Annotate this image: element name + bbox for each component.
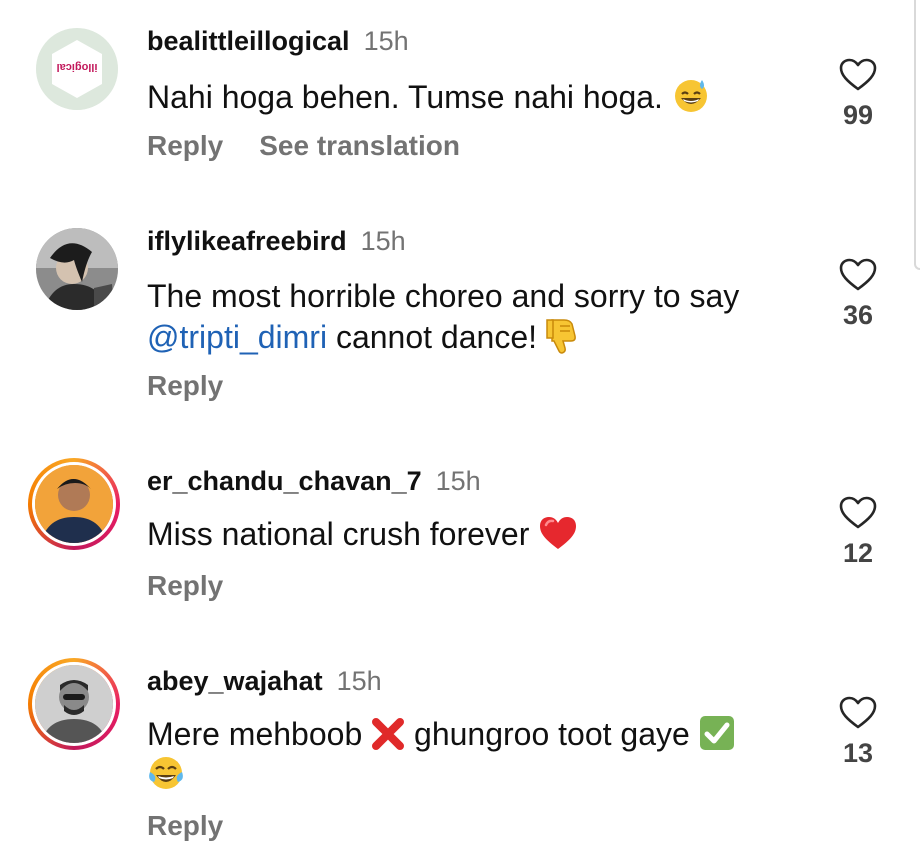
username[interactable]: abey_wajahat bbox=[147, 666, 323, 696]
profile-photo-icon bbox=[35, 665, 113, 743]
check-mark-button-emoji-icon bbox=[699, 716, 734, 750]
avatar[interactable] bbox=[28, 658, 120, 750]
tears-of-joy-emoji-icon bbox=[149, 757, 183, 789]
like-control: 13 bbox=[830, 696, 886, 769]
comment-item: abey_wajahat 15h Mere mehboob ghungroo to… bbox=[0, 0, 920, 854]
avatar-image bbox=[32, 662, 116, 746]
comment-meta: abey_wajahat 15h bbox=[147, 666, 382, 697]
comment-text-body-2: ghungroo toot gaye bbox=[414, 716, 690, 752]
comment-text: Mere mehboob ghungroo toot gaye bbox=[147, 714, 807, 795]
reply-button[interactable]: Reply bbox=[147, 810, 223, 841]
comments-screen: illogical bealittleillogical 15h Nahi hog… bbox=[0, 0, 920, 854]
comment-actions: Reply bbox=[147, 810, 223, 842]
like-count: 13 bbox=[842, 738, 874, 768]
comment-text-body: Mere mehboob bbox=[147, 716, 363, 752]
timestamp: 15h bbox=[336, 666, 382, 696]
cross-mark-emoji-icon bbox=[372, 718, 405, 750]
heart-icon[interactable] bbox=[839, 696, 877, 730]
